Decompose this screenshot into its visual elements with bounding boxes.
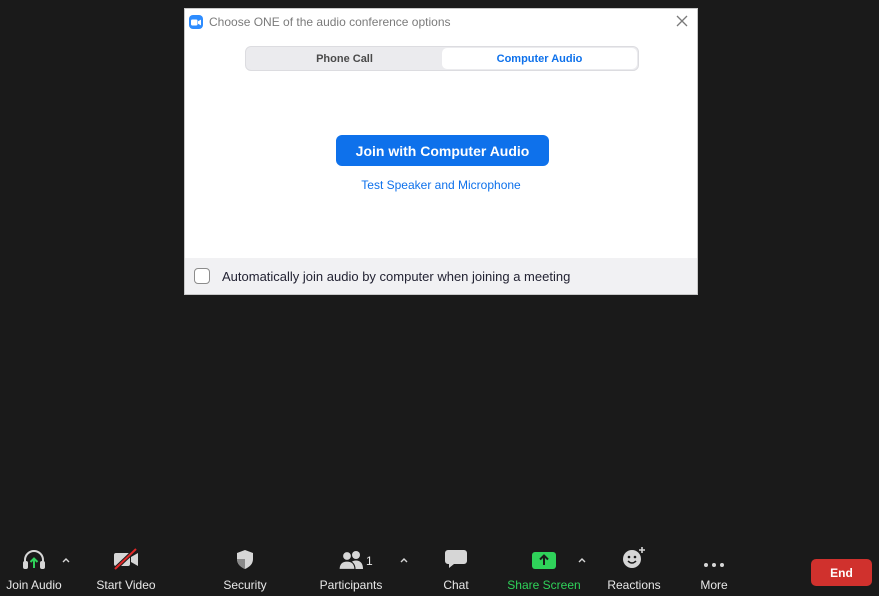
people-icon: [337, 540, 365, 572]
tab-phone-call[interactable]: Phone Call: [247, 48, 442, 69]
test-speaker-link-text[interactable]: Test Speaker and Microphone: [361, 178, 520, 192]
end-meeting-button[interactable]: End: [811, 559, 872, 586]
meeting-stage: Choose ONE of the audio conference optio…: [0, 0, 879, 596]
chat-bubble-icon: [444, 540, 468, 572]
meeting-toolbar: Join Audio Start Video Security Particip…: [0, 540, 879, 596]
participants-button[interactable]: Participants: [318, 540, 384, 596]
headphones-icon: [21, 540, 47, 572]
more-button[interactable]: More: [694, 540, 734, 596]
audio-options-dialog: Choose ONE of the audio conference optio…: [184, 8, 698, 295]
dialog-footer: Automatically join audio by computer whe…: [185, 258, 697, 294]
chat-button[interactable]: Chat: [436, 540, 476, 596]
test-speaker-link: Test Speaker and Microphone: [185, 178, 697, 192]
more-label: More: [700, 578, 728, 592]
reactions-label: Reactions: [607, 578, 661, 592]
reactions-button[interactable]: Reactions: [603, 540, 665, 596]
auto-join-label: Automatically join audio by computer whe…: [222, 268, 571, 284]
join-audio-label: Join Audio: [6, 578, 62, 592]
participant-count-badge: 1: [366, 554, 373, 568]
chat-label: Chat: [443, 578, 469, 592]
video-off-icon: [112, 540, 140, 572]
share-arrow-icon: [531, 540, 557, 572]
zoom-camera-icon: [189, 15, 203, 29]
smiley-plus-icon: [621, 540, 647, 572]
security-label: Security: [223, 578, 267, 592]
start-video-label: Start Video: [96, 578, 156, 592]
start-video-button[interactable]: Start Video: [94, 540, 158, 596]
ellipsis-icon: [702, 540, 726, 572]
share-screen-label: Share Screen: [507, 578, 581, 592]
chevron-up-icon[interactable]: [60, 554, 72, 566]
security-button[interactable]: Security: [218, 540, 272, 596]
chevron-up-icon[interactable]: [398, 554, 410, 566]
shield-icon: [234, 540, 256, 572]
auto-join-checkbox[interactable]: [194, 268, 210, 284]
join-audio-button[interactable]: Join Audio: [4, 540, 64, 596]
audio-mode-tabs: Phone Call Computer Audio: [245, 46, 639, 71]
join-computer-audio-button[interactable]: Join with Computer Audio: [336, 135, 549, 166]
dialog-title-bar: Choose ONE of the audio conference optio…: [185, 9, 697, 35]
chevron-up-icon[interactable]: [576, 554, 588, 566]
share-screen-button[interactable]: Share Screen: [507, 540, 581, 596]
tab-computer-audio[interactable]: Computer Audio: [442, 48, 637, 69]
close-icon[interactable]: [675, 14, 689, 28]
participants-label: Participants: [319, 578, 383, 592]
dialog-title: Choose ONE of the audio conference optio…: [209, 15, 451, 29]
